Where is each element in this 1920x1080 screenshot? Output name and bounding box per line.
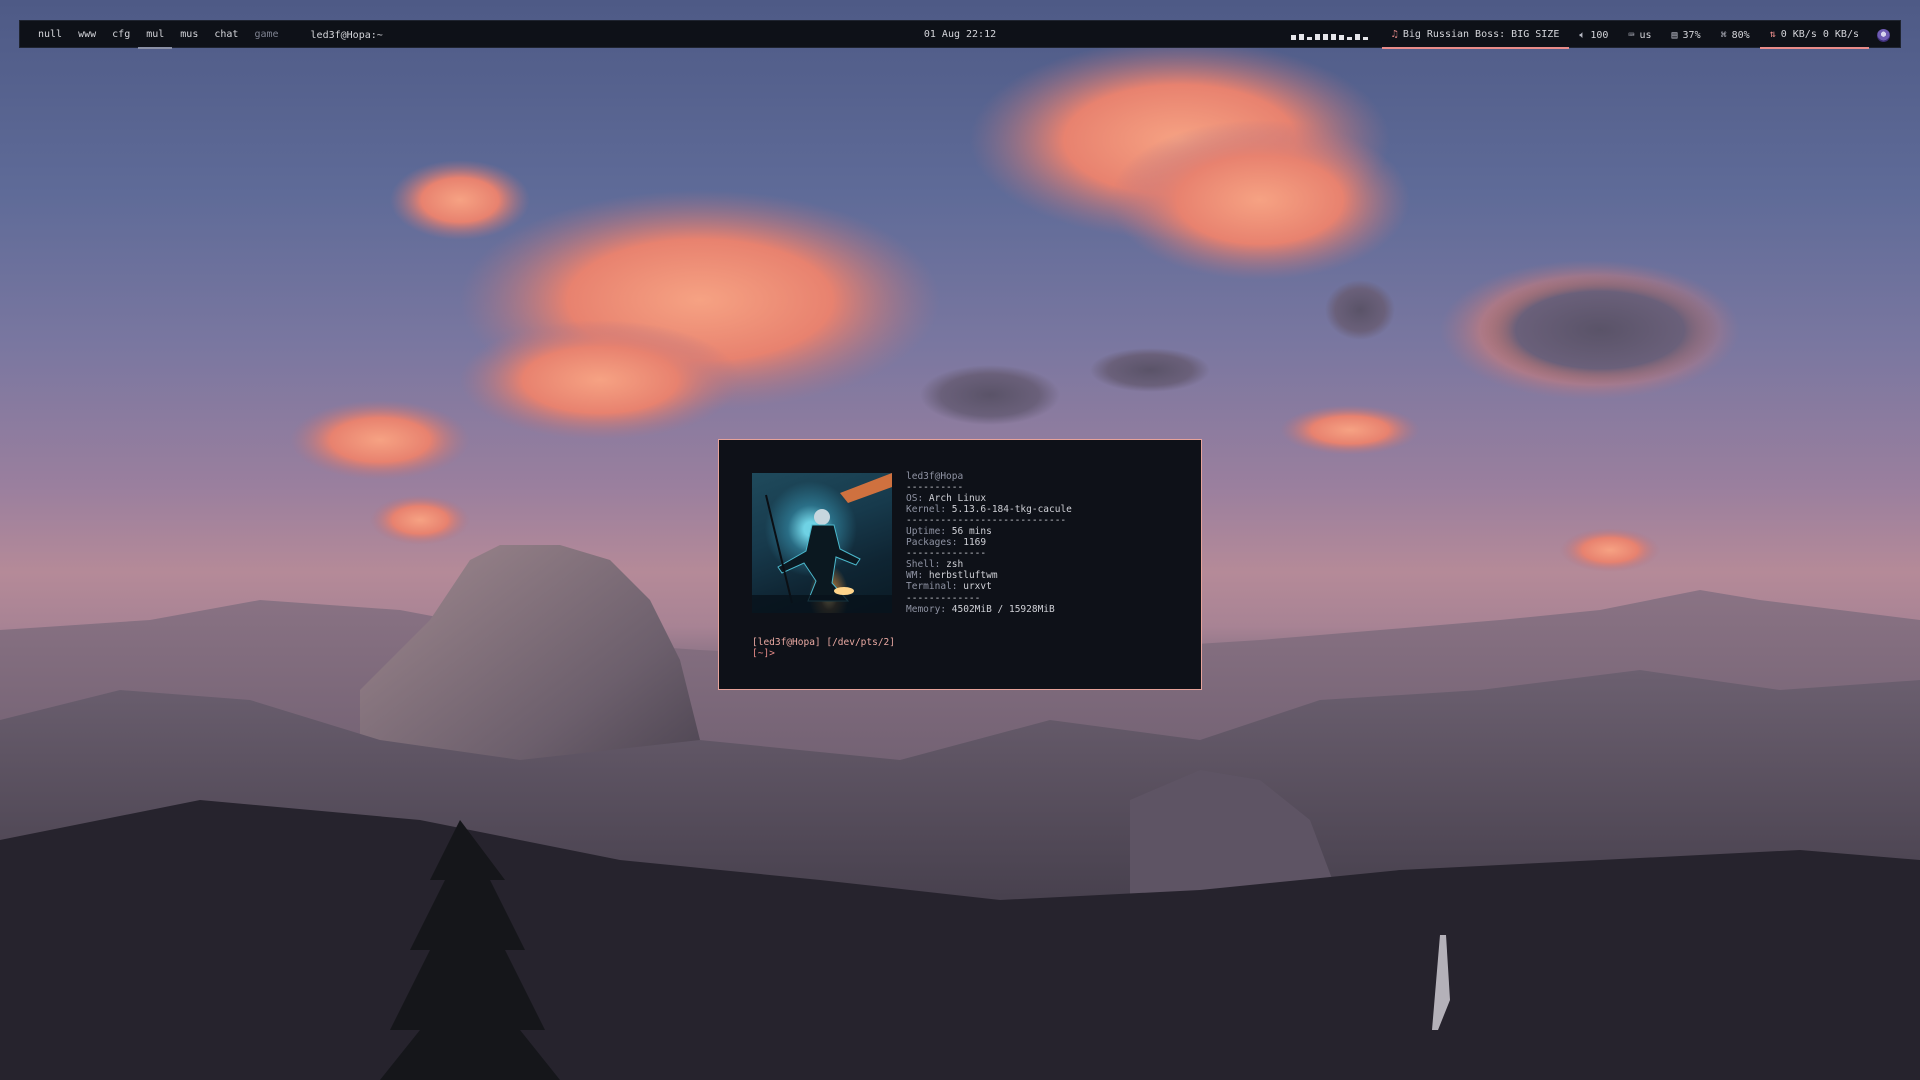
wm-key: WM: xyxy=(906,570,924,582)
separator: ------------- xyxy=(906,592,981,604)
keyboard-layout: us xyxy=(1639,29,1652,41)
tag-null[interactable]: null xyxy=(30,21,70,49)
os-value: Arch Linux xyxy=(928,493,987,505)
separator: -------------- xyxy=(906,548,987,560)
memory-value: 4502MiB / 15928MiB xyxy=(951,603,1055,615)
prompt-line-2: [~]> xyxy=(752,648,775,659)
keyboard-layout-module[interactable]: ⌨ us xyxy=(1618,21,1661,49)
memory-module[interactable]: ⌘ 80% xyxy=(1711,21,1760,49)
volume-module[interactable]: 🔈︎ 100 xyxy=(1569,21,1618,49)
volume-level: 100 xyxy=(1590,29,1609,41)
cpu-icon: ▤ xyxy=(1671,29,1678,41)
separator: ---------------------------- xyxy=(906,515,1067,527)
packages-value: 1169 xyxy=(963,537,987,549)
music-note-icon: ♫ xyxy=(1391,28,1398,40)
tag-www[interactable]: www xyxy=(70,21,104,49)
launcher-icon[interactable] xyxy=(1877,28,1890,42)
user-host: led3f@Hopa xyxy=(906,471,964,482)
os-key: OS: xyxy=(906,493,924,505)
window-title: led3f@Hopa:~ xyxy=(310,29,383,41)
cpu-sparkline xyxy=(1290,30,1368,40)
terminal-key: Terminal: xyxy=(906,581,958,593)
shell-value: zsh xyxy=(946,559,964,571)
tag-mus[interactable]: mus xyxy=(172,21,206,49)
tag-chat[interactable]: chat xyxy=(206,21,246,49)
uptime-value: 56 mins xyxy=(951,526,992,538)
packages-key: Packages: xyxy=(906,537,958,549)
terminal-value: urxvt xyxy=(963,581,992,593)
kernel-value: 5.13.6-184-tkg-cacule xyxy=(951,504,1072,516)
separator: ---------- xyxy=(906,482,964,494)
tag-game[interactable]: game xyxy=(246,21,286,49)
memory-usage: 80% xyxy=(1731,29,1750,41)
cpu-usage: 37% xyxy=(1682,29,1701,41)
uptime-key: Uptime: xyxy=(906,526,947,538)
tag-mul[interactable]: mul xyxy=(138,21,173,49)
music-now-playing: Big Russian Boss: BIG SIZE xyxy=(1402,28,1560,40)
prompt-line-1: [led3f@Hopa] [/dev/pts/2] xyxy=(752,637,895,648)
memory-icon: ⌘ xyxy=(1720,29,1727,41)
network-icon: ⇅ xyxy=(1769,28,1776,40)
network-module[interactable]: ⇅ 0 KB/s 0 KB/s xyxy=(1759,21,1869,49)
neofetch-image xyxy=(752,473,892,613)
memory-key: Memory: xyxy=(906,603,947,615)
music-module[interactable]: ♫ Big Russian Boss: BIG SIZE xyxy=(1381,21,1570,49)
speaker-icon: 🔈︎ xyxy=(1579,29,1586,41)
terminal-window[interactable]: led3f@Hopa ---------- OS: Arch Linux Ker… xyxy=(718,439,1202,690)
wm-value: herbstluftwm xyxy=(928,570,998,582)
shell-key: Shell: xyxy=(906,559,941,571)
top-panel: null www cfg mul mus chat game led3f@Hop… xyxy=(19,20,1901,49)
keyboard-icon: ⌨ xyxy=(1628,29,1635,41)
network-speed: 0 KB/s 0 KB/s xyxy=(1780,28,1859,40)
shell-prompt[interactable]: [led3f@Hopa] [/dev/pts/2] [~]> xyxy=(752,637,895,659)
status-modules: ♫ Big Russian Boss: BIG SIZE 🔈︎ 100 ⌨ us… xyxy=(1290,21,1892,49)
tag-cfg[interactable]: cfg xyxy=(104,21,138,49)
cpu-module[interactable]: ▤ 37% xyxy=(1662,21,1711,49)
kernel-key: Kernel: xyxy=(906,504,947,516)
neofetch-info: led3f@Hopa ---------- OS: Arch Linux Ker… xyxy=(906,471,1072,615)
workspace-tags: null www cfg mul mus chat game led3f@Hop… xyxy=(30,21,383,49)
